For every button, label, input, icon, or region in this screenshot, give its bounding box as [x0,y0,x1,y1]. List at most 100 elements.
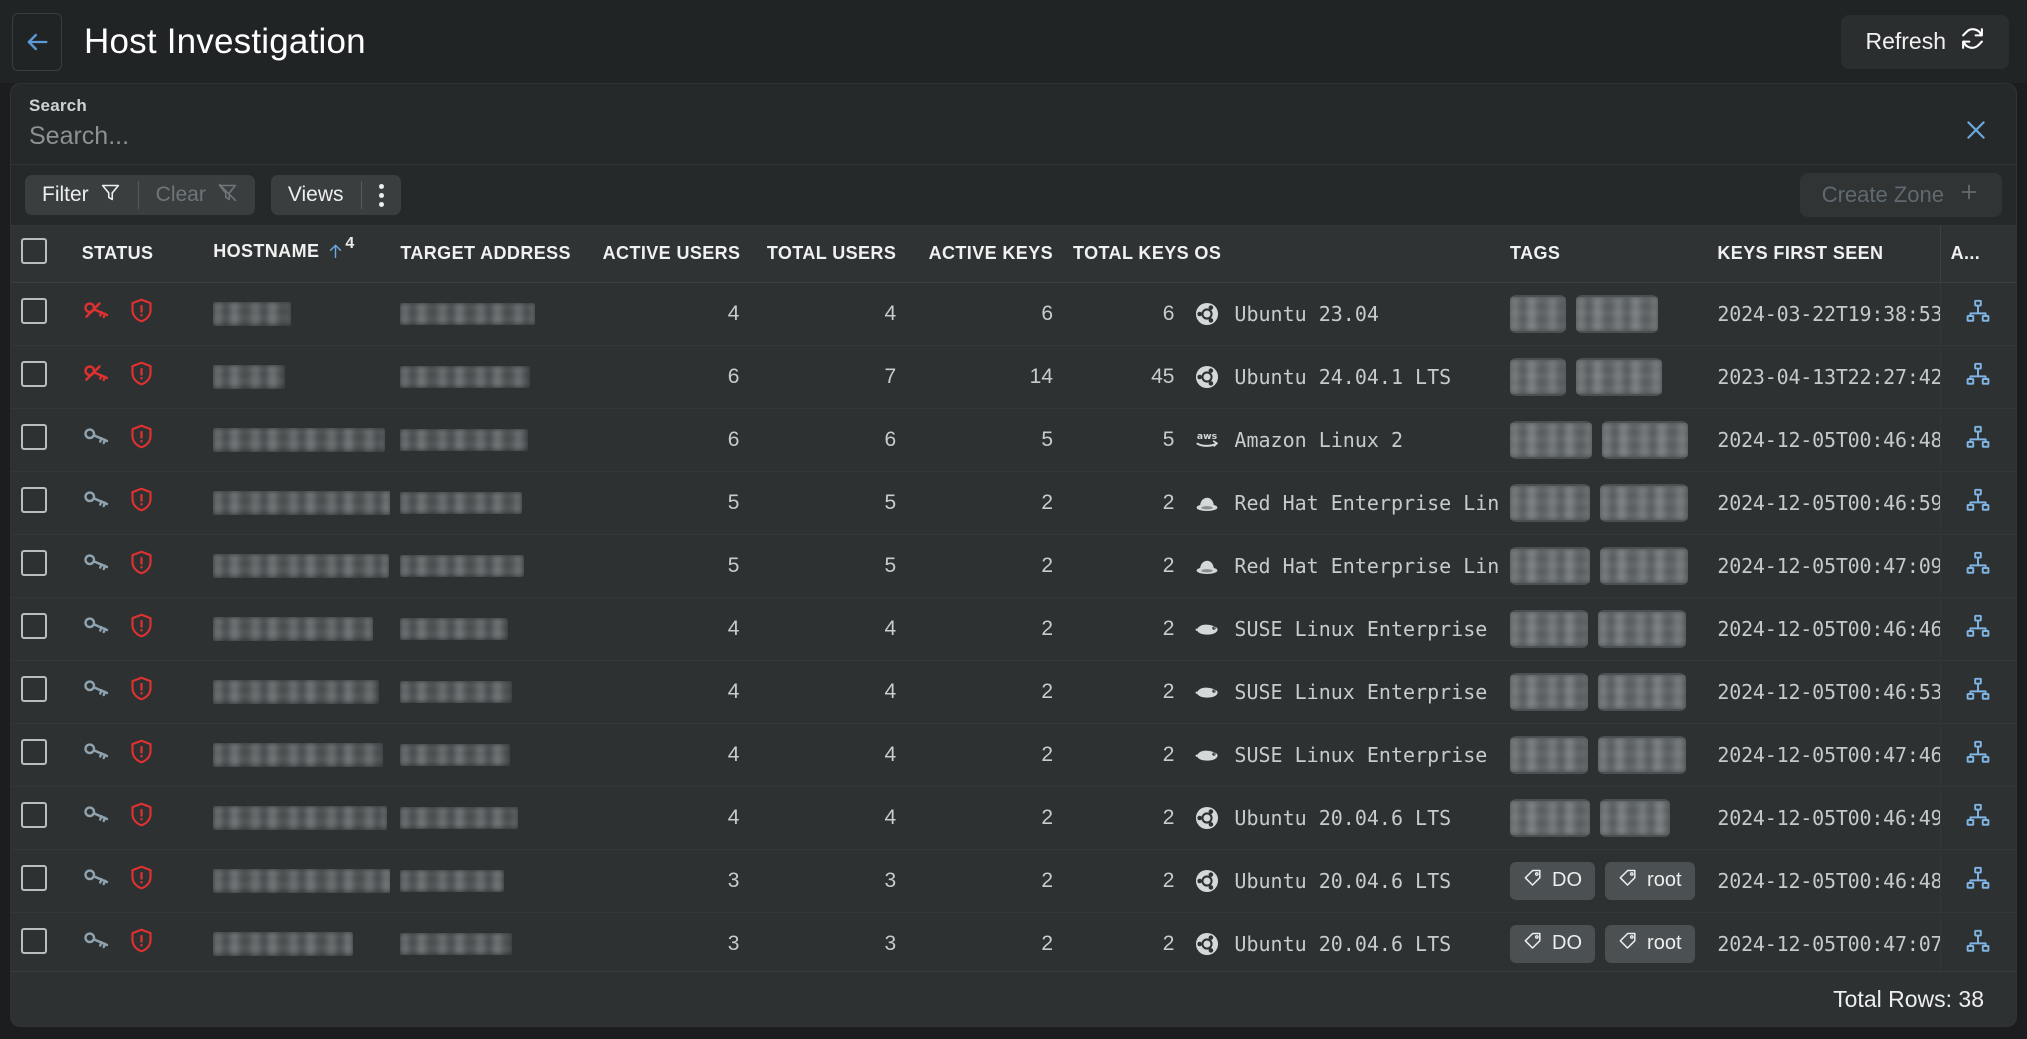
table-row[interactable]: 4 4 2 2 SUSE Linux Enterprise Ser 2024-1… [11,597,2016,661]
key-icon[interactable] [82,611,112,647]
table-row[interactable]: 3 3 2 2 Ubuntu 20.04.6 LTS DO root 2024-… [11,849,2016,913]
tag-chip[interactable] [1510,294,1567,333]
column-header-keys-first-seen[interactable]: KEYS FIRST SEEN [1707,226,1941,283]
sitemap-icon[interactable] [1965,929,1991,959]
tag-chip[interactable]: root [1605,861,1695,900]
row-checkbox[interactable] [21,360,47,387]
tag-chip[interactable] [1510,735,1589,774]
tag-chip[interactable] [1510,546,1591,585]
search-input[interactable] [29,122,1954,151]
sitemap-icon[interactable] [1965,362,1991,392]
search-clear-button[interactable] [1954,110,1998,154]
back-button[interactable] [12,12,62,71]
column-header-target-address[interactable]: TARGET ADDRESS [390,226,593,283]
tag-chip[interactable] [1510,609,1589,648]
table-row[interactable]: 4 4 2 2 SUSE Linux Enterprise Ser 2024-1… [11,723,2016,787]
sitemap-icon[interactable] [1965,677,1991,707]
tag-chip[interactable] [1600,483,1689,522]
column-header-status[interactable]: STATUS [71,226,204,283]
views-button[interactable]: Views [271,175,361,215]
table-row[interactable]: 5 5 2 2 Red Hat Enterprise Linux 2024-12… [11,534,2016,598]
table-row[interactable]: 4 4 6 6 Ubuntu 23.04 2024-03-22T19:38:53… [11,282,2016,346]
column-header-total-users[interactable]: TOTAL USERS [749,226,907,283]
sitemap-icon[interactable] [1965,551,1991,581]
tag-chip[interactable] [1598,609,1687,648]
table-row[interactable]: 6 6 5 5 aws Amazon Linux 2 2024-12-05T00… [11,408,2016,472]
row-checkbox[interactable] [21,927,47,954]
tag-chip[interactable] [1576,357,1663,396]
key-icon[interactable] [82,863,112,899]
tag-chip[interactable] [1510,798,1591,837]
row-checkbox[interactable] [21,549,47,576]
tag-chip[interactable] [1510,420,1593,459]
refresh-button[interactable]: Refresh [1841,14,2009,69]
row-tags-cell [1500,723,1708,787]
key-icon[interactable] [82,737,112,773]
row-checkbox[interactable] [21,486,47,513]
sitemap-icon[interactable] [1965,803,1991,833]
row-checkbox[interactable] [21,864,47,891]
shield-alert-icon[interactable] [128,927,155,960]
tag-chip[interactable]: DO [1510,924,1596,963]
shield-alert-icon[interactable] [128,549,155,582]
tag-chip[interactable] [1600,798,1671,837]
sitemap-icon[interactable] [1965,866,1991,896]
filter-button[interactable]: Filter [25,175,138,215]
shield-alert-icon[interactable] [128,675,155,708]
table-row[interactable]: 5 5 2 2 Red Hat Enterprise Linux 2024-12… [11,471,2016,535]
shield-alert-icon[interactable] [128,864,155,897]
clear-filter-button[interactable]: Clear [139,175,255,215]
shield-alert-icon[interactable] [128,360,155,393]
tag-chip[interactable]: root [1605,924,1695,963]
redacted-value [400,681,512,703]
select-all-checkbox[interactable] [21,238,47,265]
sitemap-icon[interactable] [1965,299,1991,329]
column-header-os[interactable]: OS [1184,226,1501,283]
key-icon[interactable] [82,485,112,521]
sitemap-icon[interactable] [1965,614,1991,644]
tag-chip[interactable] [1576,294,1659,333]
sitemap-icon[interactable] [1965,740,1991,770]
shield-alert-icon[interactable] [128,612,155,645]
key-icon[interactable] [82,800,112,836]
row-checkbox[interactable] [21,675,47,702]
tag-chip[interactable] [1598,672,1687,711]
key-off-icon[interactable] [82,296,112,332]
tag-chip[interactable] [1602,420,1689,459]
shield-alert-icon[interactable] [128,423,155,456]
column-header-hostname[interactable]: HOSTNAME 4 [203,226,391,283]
shield-alert-icon[interactable] [128,486,155,519]
table-row[interactable]: 6 7 14 45 Ubuntu 24.04.1 LTS 2023-04-13T… [11,345,2016,409]
key-icon[interactable] [82,548,112,584]
tag-chip[interactable]: DO [1510,861,1596,900]
sitemap-icon[interactable] [1965,488,1991,518]
shield-alert-icon[interactable] [128,801,155,834]
row-checkbox[interactable] [21,297,47,324]
row-checkbox[interactable] [21,612,47,639]
column-header-active-keys[interactable]: ACTIVE KEYS [906,226,1064,283]
column-header-tags[interactable]: TAGS [1500,226,1708,283]
create-zone-button[interactable]: Create Zone [1799,173,2002,217]
key-icon[interactable] [82,422,112,458]
row-checkbox[interactable] [21,801,47,828]
shield-alert-icon[interactable] [128,738,155,771]
tag-chip[interactable] [1510,357,1567,396]
tag-chip[interactable] [1510,672,1589,711]
views-more-button[interactable] [362,175,401,215]
table-row[interactable]: 4 4 2 2 Ubuntu 20.04.6 LTS 2024-12-05T00… [11,786,2016,850]
row-checkbox[interactable] [21,738,47,765]
sitemap-icon[interactable] [1965,425,1991,455]
column-header-total-keys[interactable]: TOTAL KEYS [1063,226,1189,283]
key-off-icon[interactable] [82,359,112,395]
table-row[interactable]: 4 4 2 2 SUSE Linux Enterprise Ser 2024-1… [11,660,2016,724]
tag-chip[interactable] [1510,483,1591,522]
key-icon[interactable] [82,674,112,710]
column-header-active-users[interactable]: ACTIVE USERS [592,226,750,283]
tag-chip[interactable] [1600,546,1689,585]
column-header-actions[interactable]: A... [1939,226,2016,283]
table-row[interactable]: 3 3 2 2 Ubuntu 20.04.6 LTS DO root 2024-… [11,912,2016,971]
key-icon[interactable] [82,926,112,962]
shield-alert-icon[interactable] [128,297,155,330]
row-checkbox[interactable] [21,423,47,450]
tag-chip[interactable] [1598,735,1687,774]
